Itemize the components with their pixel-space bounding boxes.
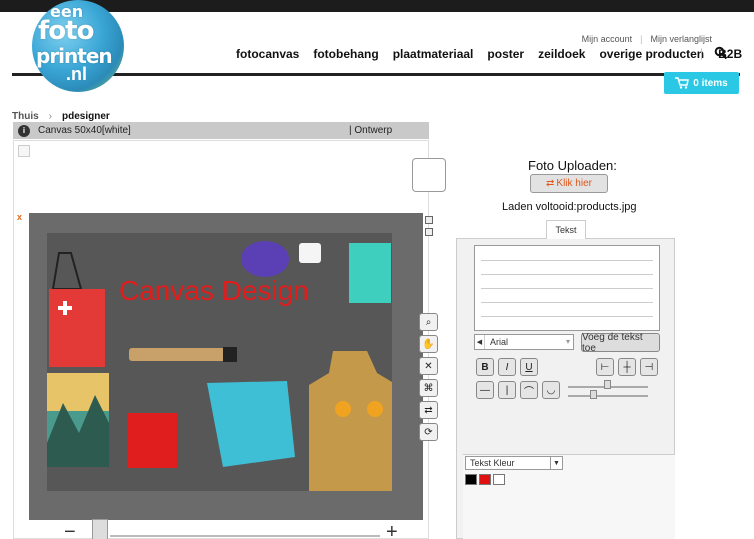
nav-item-overige-producten[interactable]: overige producten xyxy=(599,47,704,61)
text-input-line xyxy=(481,274,653,275)
cart-icon xyxy=(675,77,690,89)
text-input-line xyxy=(481,288,653,289)
main-nav: fotocanvas fotobehang plaatmateriaal pos… xyxy=(236,47,742,61)
upload-arrow-icon: ⇄ xyxy=(546,178,555,189)
cart-button[interactable]: 0 items xyxy=(664,72,739,94)
arc-up-icon[interactable]: ⌒ xyxy=(520,381,538,399)
delete-object-icon[interactable]: x xyxy=(17,212,22,222)
swatch-white[interactable] xyxy=(493,474,505,485)
breadcrumb-arrow-icon: › xyxy=(48,111,53,122)
breadcrumb: Thuis › pdesigner xyxy=(12,111,110,122)
info-icon[interactable]: i xyxy=(18,124,30,137)
upload-title: Foto Uploaden: xyxy=(528,158,617,173)
crop-icon[interactable]: ⌘ xyxy=(419,379,438,397)
chevron-down-icon: ▼ xyxy=(550,457,562,469)
delete-icon[interactable]: ✕ xyxy=(419,357,438,375)
canvas-image[interactable]: Canvas Design xyxy=(47,233,392,491)
canvas-toolbar: ⌕ ✋ ✕ ⌘ ⇄ ⟳ xyxy=(419,313,439,441)
top-bar xyxy=(0,0,754,12)
mode-label: | Ontwerp xyxy=(349,125,393,136)
breadcrumb-home[interactable]: Thuis xyxy=(12,111,39,122)
spacing-slider-handle[interactable] xyxy=(590,390,597,399)
product-label: Canvas 50x40[white] xyxy=(38,125,131,136)
align-center-icon[interactable]: ┼ xyxy=(618,358,636,376)
logo-word-4: .nl xyxy=(66,64,87,84)
text-input-line xyxy=(481,316,653,317)
chevron-left-icon[interactable]: ◀ xyxy=(475,335,485,349)
product-photo xyxy=(47,233,392,491)
select-checkbox[interactable] xyxy=(18,145,30,157)
font-select-value: Arial xyxy=(490,337,509,347)
font-select[interactable]: ◀ Arial ▾ xyxy=(474,334,574,350)
upload-button-label: Klik hier xyxy=(556,178,592,189)
line-height-icon[interactable]: | xyxy=(498,381,516,399)
hand-icon[interactable]: ✋ xyxy=(419,335,438,353)
italic-button[interactable]: I xyxy=(498,358,516,376)
search-icon[interactable] xyxy=(714,46,728,60)
align-right-icon[interactable]: ⊣ xyxy=(640,358,658,376)
nav-item-zeildoek[interactable]: zeildoek xyxy=(538,47,585,61)
zoom-out-icon[interactable]: − xyxy=(64,521,76,539)
nav-item-poster[interactable]: poster xyxy=(487,47,524,61)
text-input-line xyxy=(481,302,653,303)
preview-thumbnail[interactable] xyxy=(412,158,446,192)
letter-spacing-icon[interactable]: — xyxy=(476,381,494,399)
my-account-link[interactable]: Mijn account xyxy=(582,34,633,44)
breadcrumb-current: pdesigner xyxy=(62,111,110,122)
bold-button[interactable]: B xyxy=(476,358,494,376)
zoom-in-icon[interactable]: + xyxy=(386,521,398,539)
text-input-line xyxy=(481,260,653,261)
swatch-black[interactable] xyxy=(465,474,477,485)
rotate-icon[interactable]: ⟳ xyxy=(419,423,438,441)
zoom-slider-track[interactable] xyxy=(110,535,380,537)
site-logo[interactable]: een foto printen .nl xyxy=(32,0,124,92)
zoom-slider-handle[interactable] xyxy=(92,519,108,539)
wishlist-link[interactable]: Mijn verlanglijst xyxy=(650,34,712,44)
nav-item-fotocanvas[interactable]: fotocanvas xyxy=(236,47,299,61)
curve-slider-handle[interactable] xyxy=(604,380,611,389)
upload-button[interactable]: ⇄ Klik hier xyxy=(530,174,608,193)
zoom-icon[interactable]: ⌕ xyxy=(419,313,438,331)
add-text-button[interactable]: Voeg de tekst toe xyxy=(581,332,660,354)
arc-down-icon[interactable]: ◡ xyxy=(542,381,560,399)
cart-count: 0 items xyxy=(693,77,728,89)
nav-separator: | xyxy=(700,46,704,60)
text-color-box: Tekst Kleur ▼ xyxy=(463,454,675,539)
text-color-label: Tekst Kleur xyxy=(470,458,515,468)
link-separator: | xyxy=(640,34,643,44)
tab-tekst[interactable]: Tekst xyxy=(546,220,586,239)
layer-up-arrow-icon[interactable] xyxy=(425,216,433,224)
flip-icon[interactable]: ⇄ xyxy=(419,401,438,419)
text-color-select[interactable]: Tekst Kleur ▼ xyxy=(465,456,563,470)
text-panel: ◀ Arial ▾ Voeg de tekst toe B I U ⊢ ┼ ⊣ … xyxy=(456,238,675,539)
canvas-frame: Canvas Design xyxy=(29,213,423,520)
logo-word-2: foto xyxy=(38,16,94,46)
account-links: Mijn account | Mijn verlanglijst xyxy=(582,34,712,44)
design-workspace: x Canvas Design ⌕ ✋ ✕ ⌘ ⇄ ⟳ − + xyxy=(13,140,446,539)
spacing-slider-track[interactable] xyxy=(568,395,648,397)
product-info-bar: i Canvas 50x40[white] | Ontwerp xyxy=(13,122,429,139)
nav-item-fotobehang[interactable]: fotobehang xyxy=(313,47,378,61)
text-input[interactable] xyxy=(474,245,660,331)
upload-status: Laden voltooid:products.jpg xyxy=(502,201,637,213)
nav-item-plaatmateriaal[interactable]: plaatmateriaal xyxy=(393,47,474,61)
canvas-text-object[interactable]: Canvas Design xyxy=(119,275,309,307)
underline-button[interactable]: U xyxy=(520,358,538,376)
chevron-down-icon: ▾ xyxy=(565,337,570,346)
swatch-red[interactable] xyxy=(479,474,491,485)
layer-down-arrow-icon[interactable] xyxy=(425,228,433,236)
align-left-icon[interactable]: ⊢ xyxy=(596,358,614,376)
